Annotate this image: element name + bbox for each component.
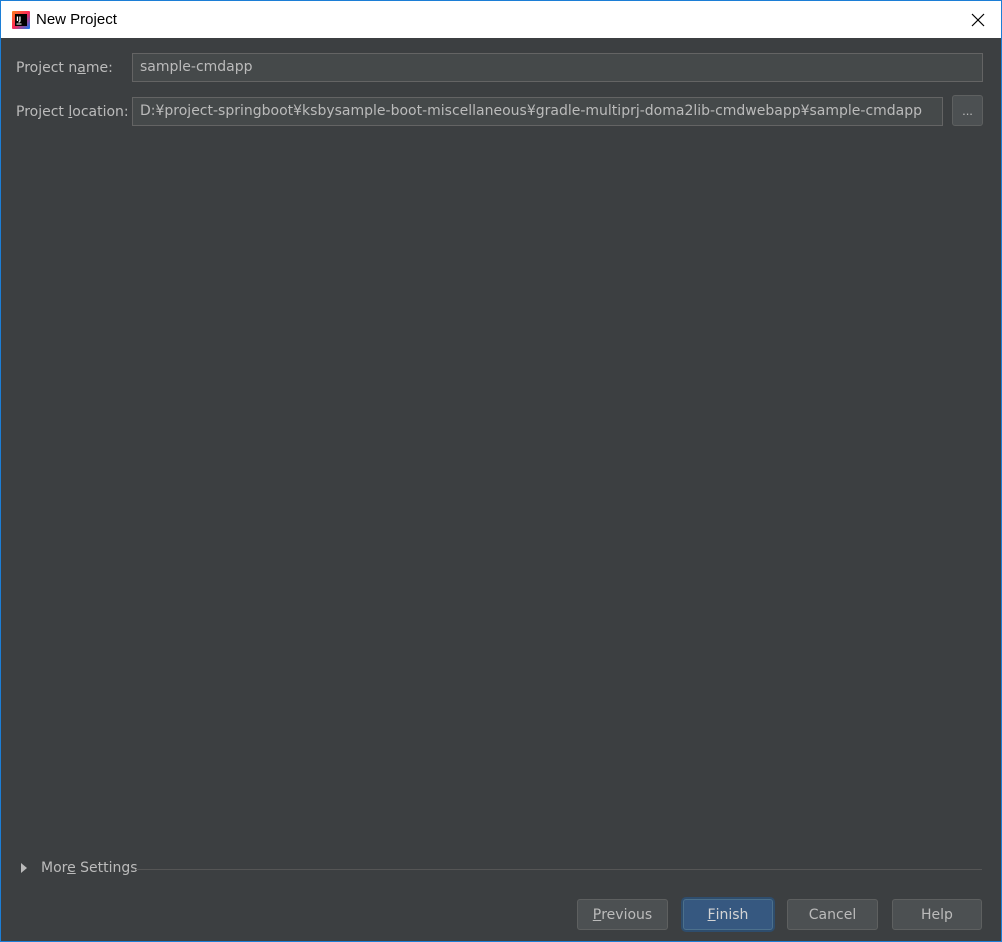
help-button[interactable]: Help bbox=[892, 899, 982, 930]
more-settings-toggle[interactable]: More Settings bbox=[21, 860, 138, 876]
cancel-button[interactable]: Cancel bbox=[787, 899, 878, 930]
finish-button[interactable]: Finish bbox=[683, 899, 773, 930]
triangle-right-icon bbox=[21, 863, 27, 873]
svg-text:IJ: IJ bbox=[16, 15, 21, 23]
intellij-idea-icon: IJ bbox=[12, 10, 30, 29]
more-settings-label: More Settings bbox=[41, 860, 138, 876]
close-button[interactable] bbox=[955, 1, 1001, 38]
project-name-input[interactable]: sample-cmdapp bbox=[132, 53, 983, 82]
title-bar: IJ New Project bbox=[1, 1, 1001, 38]
browse-button[interactable]: ... bbox=[952, 95, 983, 126]
new-project-dialog: IJ New Project Project name: sample-cmda… bbox=[0, 0, 1002, 942]
project-name-label: Project name: bbox=[16, 60, 113, 76]
window-title: New Project bbox=[36, 11, 117, 28]
project-location-label: Project location: bbox=[16, 104, 129, 120]
previous-button[interactable]: Previous bbox=[577, 899, 668, 930]
close-icon bbox=[971, 13, 985, 26]
project-location-input[interactable]: D:¥project-springboot¥ksbysample-boot-mi… bbox=[132, 97, 943, 126]
dialog-content: Project name: sample-cmdapp Project loca… bbox=[1, 38, 1001, 941]
more-settings-divider bbox=[136, 869, 982, 870]
